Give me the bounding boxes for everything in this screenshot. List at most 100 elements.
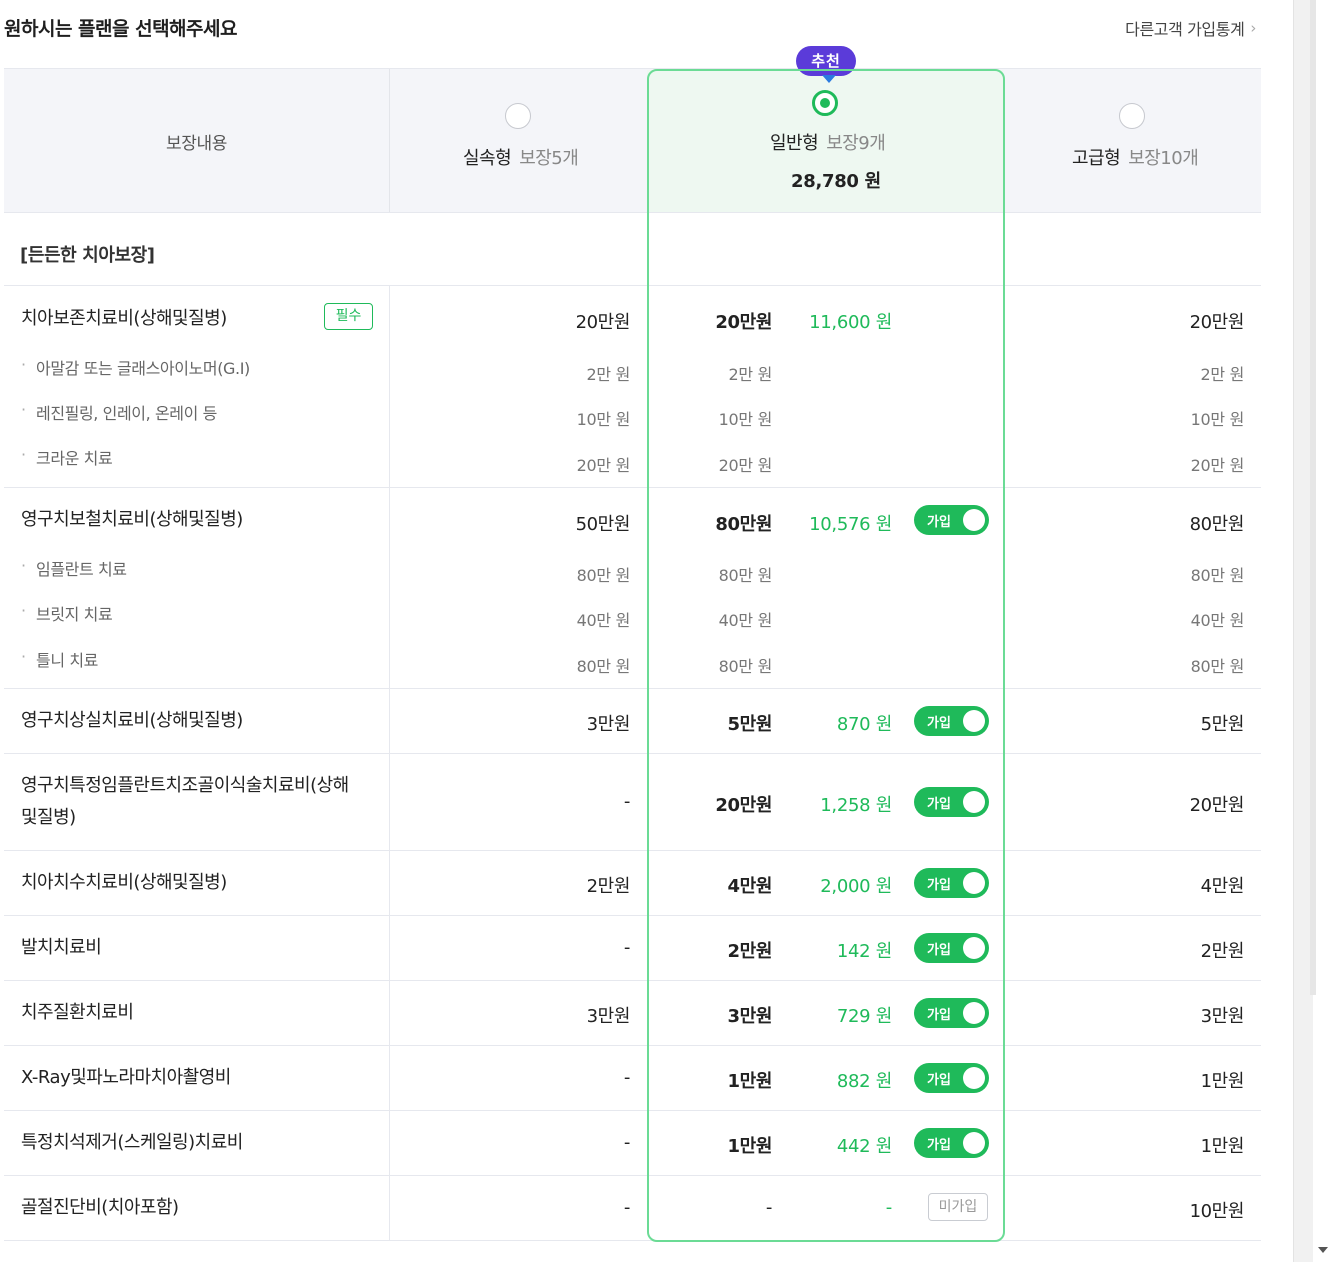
column-divider [389, 851, 390, 915]
advanced-amount: 1만원 [1200, 1136, 1245, 1157]
sub-basic-amount: 40만 원 [576, 611, 631, 630]
required-badge: 필수 [324, 303, 373, 330]
premium-amount: 882 원 [836, 1071, 892, 1092]
plan-name-advanced: 고급형 보장10개 [1072, 144, 1199, 170]
coverage-row: 특정치석제거(스케일링)치료비 - 1만원 442 원 가입 1만원 [4, 1110, 1261, 1175]
premium-amount: - [885, 1197, 893, 1218]
toggle-knob [963, 1002, 985, 1024]
coverage-name: 발치치료비 [21, 937, 102, 958]
coverage-row: 영구치상실치료비(상해및질병) 3만원 5만원 870 원 가입 5만원 [4, 688, 1261, 753]
advanced-amount: 10만원 [1189, 1201, 1245, 1222]
column-divider [389, 1176, 390, 1240]
sub-advanced-amount: 20만 원 [1190, 456, 1245, 475]
sub-coverage-name: 브릿지 치료 [21, 601, 113, 625]
toggle-knob [963, 710, 985, 732]
basic-amount: 20만원 [575, 312, 631, 333]
basic-amount: 3만원 [586, 1006, 631, 1027]
sub-basic-amount: 20만 원 [576, 456, 631, 475]
coverage-name: 치아치수치료비(상해및질병) [21, 872, 227, 893]
toggle-label: 가입 [927, 716, 951, 731]
plan-option-basic[interactable]: 실속형 보장5개 [390, 68, 647, 213]
advanced-amount: 1만원 [1200, 1071, 1245, 1092]
premium-amount: 729 원 [836, 1006, 892, 1027]
sub-advanced-amount: 80만 원 [1190, 566, 1245, 585]
column-divider [389, 981, 390, 1045]
column-divider [389, 286, 390, 487]
coverage-row: 영구치보철치료비(상해및질병) 50만원 80만원 10,576 원 가입 80… [4, 487, 1261, 688]
join-toggle[interactable]: 가입 [914, 1063, 989, 1093]
basic-amount: 50만원 [575, 514, 631, 535]
column-divider [389, 689, 390, 753]
premium-amount: 870 원 [836, 714, 892, 735]
sub-standard-amount: 80만 원 [718, 566, 773, 585]
radio-advanced[interactable] [1119, 103, 1145, 129]
toggle-label: 가입 [927, 1138, 951, 1153]
join-toggle[interactable]: 가입 [914, 505, 989, 535]
premium-amount: 10,576 원 [809, 514, 892, 535]
plan-coverage-count: 보장5개 [519, 148, 579, 169]
join-toggle[interactable]: 가입 [914, 706, 989, 736]
toggle-knob [963, 937, 985, 959]
standard-amount: 20만원 [715, 795, 772, 816]
sub-coverage-name: 임플란트 치료 [21, 556, 127, 580]
standard-amount: 5만원 [727, 714, 773, 735]
coverage-name: 특정치석제거(스케일링)치료비 [21, 1132, 243, 1153]
chevron-right-icon: › [1250, 19, 1256, 37]
sub-advanced-amount: 40만 원 [1190, 611, 1245, 630]
basic-amount: - [623, 937, 631, 958]
sub-coverage-name: 틀니 치료 [21, 647, 98, 671]
sub-advanced-amount: 2만 원 [1200, 365, 1244, 384]
join-toggle[interactable]: 가입 [914, 868, 989, 898]
coverage-row: 치아치수치료비(상해및질병) 2만원 4만원 2,000 원 가입 4만원 [4, 850, 1261, 915]
recommended-badge: 추천 [796, 46, 856, 83]
sub-coverage-name: 크라운 치료 [21, 445, 113, 469]
scroll-down-arrow-icon[interactable] [1318, 1247, 1328, 1253]
basic-amount: - [623, 1197, 631, 1218]
plan-option-advanced[interactable]: 고급형 보장10개 [1005, 68, 1261, 213]
coverage-name: 치아보존치료비(상해및질병) [21, 308, 227, 329]
coverage-name-line-2: 및질병) [21, 807, 76, 828]
column-divider [389, 1046, 390, 1110]
basic-amount: - [623, 1132, 631, 1153]
sub-standard-amount: 10만 원 [718, 410, 773, 429]
advanced-amount: 80만원 [1189, 514, 1245, 535]
join-toggle[interactable]: 가입 [914, 1128, 989, 1158]
advanced-amount: 3만원 [1200, 1006, 1245, 1027]
page-title: 원하시는 플랜을 선택해주세요 [4, 18, 237, 40]
join-toggle[interactable]: 가입 [914, 933, 989, 963]
join-toggle[interactable]: 가입 [914, 787, 989, 817]
scrollbar-thumb[interactable] [1310, 0, 1316, 995]
sub-standard-amount: 2만 원 [728, 365, 772, 384]
premium-amount: 142 원 [836, 941, 892, 962]
standard-amount: 1만원 [727, 1136, 773, 1157]
plan-option-standard[interactable]: 일반형 보장9개 28,780 원 [647, 68, 1005, 213]
radio-standard-selected[interactable] [812, 90, 838, 116]
coverage-name: 영구치보철치료비(상해및질병) [21, 509, 243, 530]
standard-amount: 2만원 [727, 941, 773, 962]
toggle-knob [963, 509, 985, 531]
toggle-knob [963, 1067, 985, 1089]
sub-advanced-amount: 80만 원 [1190, 657, 1245, 676]
join-toggle[interactable]: 가입 [914, 998, 989, 1028]
toggle-label: 가입 [927, 1073, 951, 1088]
coverage-name: 치주질환치료비 [21, 1002, 134, 1023]
plan-coverage-count: 보장10개 [1128, 148, 1199, 169]
other-customers-stats-link[interactable]: 다른고객 가입통계 › [1125, 16, 1256, 40]
radio-basic[interactable] [505, 103, 531, 129]
advanced-amount: 4만원 [1200, 876, 1245, 897]
plan-type-label: 실속형 [463, 148, 512, 169]
standard-amount: - [765, 1197, 773, 1218]
advanced-amount: 20만원 [1189, 795, 1245, 816]
toggle-knob [963, 1132, 985, 1154]
standard-amount: 20만원 [715, 312, 772, 333]
standard-amount: 3만원 [727, 1006, 773, 1027]
sub-advanced-amount: 10만 원 [1190, 410, 1245, 429]
not-joined-button[interactable]: 미가입 [928, 1193, 988, 1221]
column-divider [389, 754, 390, 850]
plan-price-standard: 28,780 원 [791, 171, 881, 192]
coverage-column-label: 보장내용 [166, 134, 227, 154]
coverage-name: 골절진단비(치아포함) [21, 1197, 179, 1218]
premium-amount: 2,000 원 [820, 876, 892, 897]
premium-amount: 11,600 원 [809, 312, 892, 333]
coverage-row: 발치치료비 - 2만원 142 원 가입 2만원 [4, 915, 1261, 980]
